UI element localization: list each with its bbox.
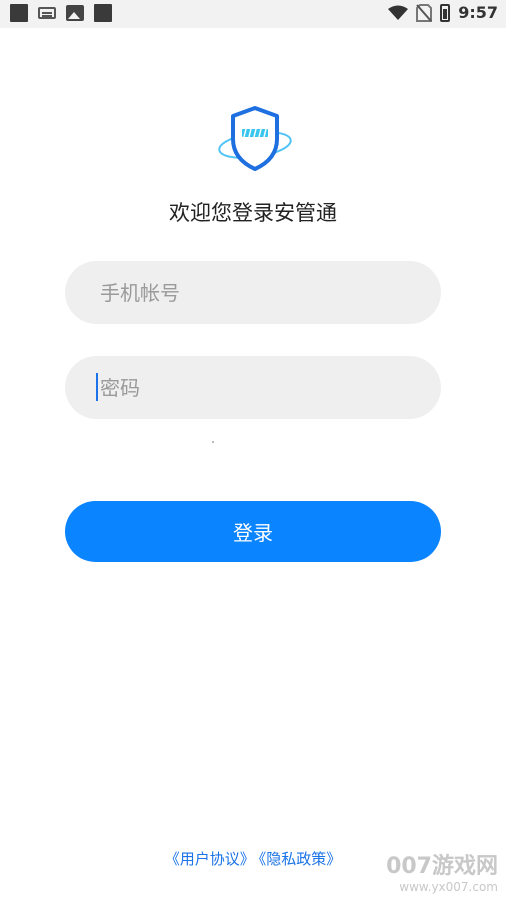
password-input[interactable]: [98, 374, 441, 401]
text-cursor: [96, 373, 98, 401]
status-bar: 9:57: [0, 0, 506, 28]
login-button[interactable]: 登录: [65, 501, 441, 562]
app-logo-shield-icon: [218, 106, 292, 171]
user-agreement-link[interactable]: 《用户协议》: [165, 850, 255, 868]
keyboard-icon: [38, 7, 56, 19]
status-bar-right: 9:57: [388, 3, 498, 22]
notification-square-icon: [10, 4, 28, 22]
watermark-brand: 007游戏网: [386, 854, 498, 879]
status-bar-left: [10, 4, 112, 22]
divider-dot: [212, 441, 214, 443]
notification-square-icon: [94, 4, 112, 22]
phone-field[interactable]: [65, 261, 441, 324]
privacy-policy-link[interactable]: 《隐私政策》: [259, 850, 342, 868]
phone-input[interactable]: [98, 279, 441, 306]
image-icon: [66, 5, 84, 21]
watermark-url: www.yx007.com: [399, 880, 498, 894]
no-sim-icon: [416, 3, 433, 22]
battery-charging-icon: [440, 3, 451, 22]
welcome-title: 欢迎您登录安管通: [169, 201, 337, 225]
password-field[interactable]: [65, 356, 441, 419]
wifi-icon: [388, 5, 409, 20]
watermark: 007游戏网 www.yx007.com: [386, 848, 498, 894]
status-time: 9:57: [458, 3, 498, 22]
